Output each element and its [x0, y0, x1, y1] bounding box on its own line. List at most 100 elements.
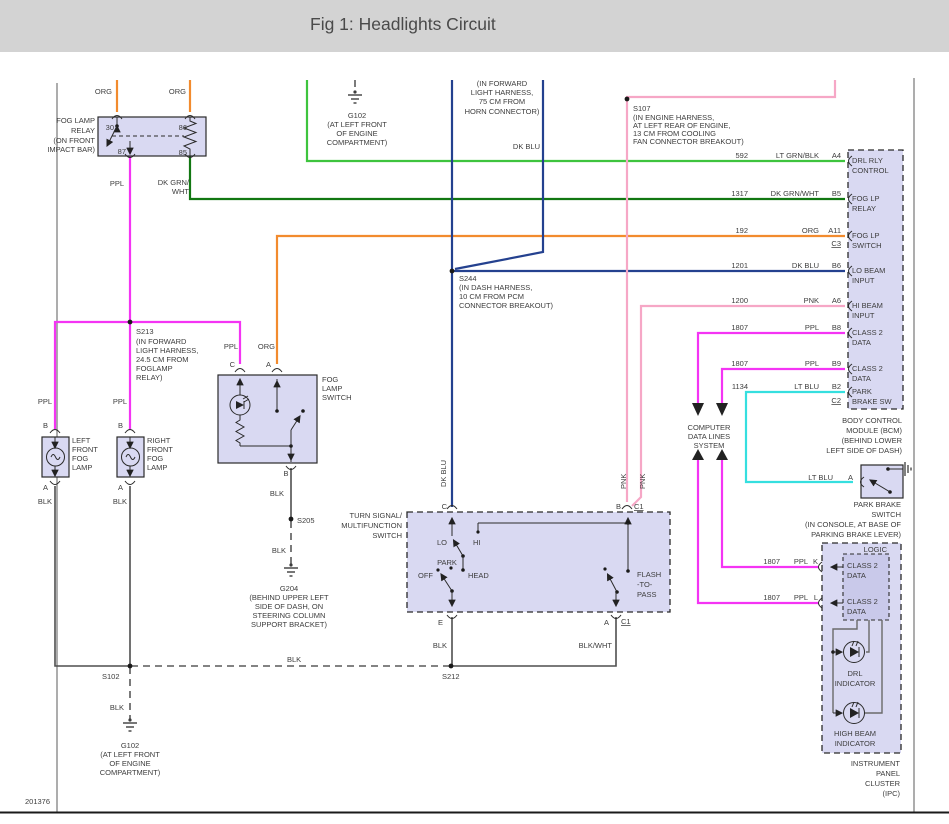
relay-pin-87: 87 — [118, 147, 126, 156]
wire-label-org-1: ORG — [95, 87, 112, 96]
svg-text:CLASS 2: CLASS 2 — [847, 561, 878, 570]
splice-s213-note: RELAY) — [136, 373, 163, 382]
wire-label-ppl-relay: PPL — [110, 179, 124, 188]
park-brake-caption: PARK BRAKE SWITCH (IN CONSOLE, AT BASE O… — [805, 500, 901, 539]
ground-g102-top-id: G102 — [348, 111, 366, 120]
svg-text:LO BEAM: LO BEAM — [852, 266, 885, 275]
ground-g102-top-note: COMPARTMENT) — [327, 138, 388, 147]
svg-text:PANEL: PANEL — [876, 769, 900, 778]
bcm-circuit: 1807 — [731, 323, 748, 332]
right-lamp-caption: RIGHT FRONT FOG LAMP — [147, 436, 173, 472]
ground-g102-top-icon — [348, 90, 362, 103]
splice-s213-note: FOGLAMP — [136, 364, 173, 373]
drl-indicator-label: DRL — [847, 669, 862, 678]
bcm-wire-color: PPL — [805, 323, 819, 332]
relay-caption: FOG LAMP — [56, 116, 95, 125]
bcm-pin: B5 — [832, 189, 841, 198]
svg-text:BODY CONTROL: BODY CONTROL — [842, 416, 902, 425]
wire-label-pnk-2: PNK — [638, 474, 647, 489]
svg-text:DATA: DATA — [847, 571, 866, 580]
turn-switch-caption: TURN SIGNAL/ MULTIFUNCTION SWITCH — [341, 511, 403, 540]
fog-switch-pin-c: C — [230, 360, 236, 369]
svg-text:FRONT: FRONT — [147, 445, 173, 454]
splice-s213-note: (IN FORWARD — [136, 337, 187, 346]
forward-harness-note: LIGHT HARNESS, — [471, 88, 533, 97]
forward-harness-note: HORN CONNECTOR) — [465, 107, 540, 116]
wire-lt-blu — [746, 392, 853, 482]
svg-text:BRAKE SW: BRAKE SW — [852, 397, 893, 406]
svg-text:G204: G204 — [280, 584, 298, 593]
ground-g102-bottom-icon — [123, 718, 137, 731]
bcm-pin: B9 — [832, 359, 841, 368]
svg-text:INPUT: INPUT — [852, 311, 875, 320]
turn-switch-flash: PASS — [637, 590, 656, 599]
wire-label-blk-dash: BLK — [287, 655, 301, 664]
bcm-pin: A11 — [828, 226, 841, 235]
turn-switch-lo: LO — [437, 538, 447, 547]
ground-g102-top-note: OF ENGINE — [336, 129, 377, 138]
turn-switch-conn-c1-top: C1 — [634, 502, 644, 511]
bcm-circuit: 1200 — [731, 296, 748, 305]
fog-lamp-switch — [218, 369, 317, 470]
wire-label-blk-s102: BLK — [110, 703, 124, 712]
svg-text:COMPARTMENT): COMPARTMENT) — [100, 768, 161, 777]
bcm-pin-connector: C2 — [831, 396, 841, 405]
left-lamp-pin-a: A — [43, 483, 48, 492]
forward-harness-note: (IN FORWARD — [477, 79, 528, 88]
svg-text:SWITCH: SWITCH — [852, 241, 882, 250]
svg-text:(BEHIND UPPER LEFT: (BEHIND UPPER LEFT — [249, 593, 329, 602]
svg-text:PPL: PPL — [794, 593, 808, 602]
svg-text:FOG LP: FOG LP — [852, 194, 880, 203]
bcm-pin: A6 — [832, 296, 841, 305]
computer-data-lines-label: COMPUTER DATA LINES SYSTEM — [688, 423, 732, 450]
svg-text:CLASS 2: CLASS 2 — [852, 328, 883, 337]
wire-label-blk-right: BLK — [113, 497, 127, 506]
ipc-caption: INSTRUMENT PANEL CLUSTER (IPC) — [851, 759, 901, 798]
turn-switch-flash: -TO- — [637, 580, 653, 589]
ground-g204-icon — [284, 563, 298, 576]
wire-label-blk-s205: BLK — [272, 546, 286, 555]
bcm-circuit: 1807 — [731, 359, 748, 368]
turn-switch-hi: HI — [473, 538, 481, 547]
bcm-pin-connector: C3 — [831, 239, 841, 248]
wire-label-dkblu-vert: DK BLU — [439, 460, 448, 487]
wiring-diagram-page: Fig 1: Headlights Circuit — [0, 0, 949, 824]
turn-switch-flash: FLASH — [637, 570, 661, 579]
wire-label-blkwht: BLK/WHT — [579, 641, 613, 650]
high-beam-indicator-label: INDICATOR — [835, 739, 876, 748]
svg-text:DATA: DATA — [847, 607, 866, 616]
svg-text:PARK: PARK — [852, 387, 872, 396]
svg-text:INPUT: INPUT — [852, 276, 875, 285]
svg-text:L: L — [814, 593, 818, 602]
relay-caption: RELAY — [71, 126, 95, 135]
bcm-wire-color: LT GRN/BLK — [776, 151, 819, 160]
wire-label-blk-left: BLK — [38, 497, 52, 506]
ground-g204-caption: G204 (BEHIND UPPER LEFT SIDE OF DASH, ON… — [249, 584, 329, 629]
svg-text:PARK BRAKE: PARK BRAKE — [854, 500, 901, 509]
turn-switch-off: OFF — [418, 571, 433, 580]
splice-s244-note: 10 CM FROM PCM — [459, 292, 524, 301]
svg-text:LAMP: LAMP — [72, 463, 92, 472]
splice-s205-id: S205 — [297, 516, 315, 525]
bcm-pin: B2 — [832, 382, 841, 391]
splice-s244-note: CONNECTOR BREAKOUT) — [459, 301, 554, 310]
svg-text:DATA LINES: DATA LINES — [688, 432, 730, 441]
splice-s213-note: 24.5 CM FROM — [136, 355, 189, 364]
wire-lt-grn-blk — [307, 80, 845, 161]
svg-text:LAMP: LAMP — [147, 463, 167, 472]
svg-text:FRONT: FRONT — [72, 445, 98, 454]
forward-harness-note: 75 CM FROM — [479, 97, 525, 106]
svg-text:CONTROL: CONTROL — [852, 166, 889, 175]
ipc-logic-label: LOGIC — [864, 545, 888, 554]
fog-switch-caption: LAMP — [322, 384, 342, 393]
wire-label-blk-fogswitch: BLK — [270, 489, 284, 498]
splice-s244-note: (IN DASH HARNESS, — [459, 283, 532, 292]
relay-pin-86: 86 — [179, 123, 187, 132]
fog-switch-caption: SWITCH — [322, 393, 352, 402]
bcm-wire-color: DK GRN/WHT — [771, 189, 820, 198]
wire-label-org-switch: ORG — [258, 342, 275, 351]
splice-s212-id: S212 — [442, 672, 460, 681]
fog-lamp-relay — [98, 116, 206, 158]
turn-switch-head: HEAD — [468, 571, 489, 580]
wire-label-dkgrnwht: DK GRN/ — [158, 178, 190, 187]
